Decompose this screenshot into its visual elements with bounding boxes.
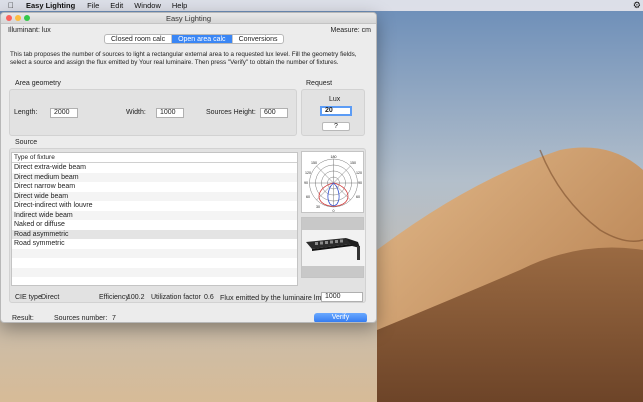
fixture-row-empty	[12, 267, 297, 277]
help-button[interactable]: ?	[322, 122, 350, 131]
gear-icon[interactable]: ⚙	[633, 0, 641, 11]
fixture-row[interactable]: Direct extra-wide beam	[12, 163, 297, 173]
length-label: Length:	[14, 109, 38, 116]
request-title: Request	[306, 80, 333, 87]
polar-diagram: 180 150 120 90 60 30 0 150 120 90 60	[301, 151, 364, 213]
request-box: Lux 20 ?	[301, 89, 365, 136]
menu-window[interactable]: Window	[134, 1, 161, 10]
source-title: Source	[15, 139, 38, 146]
length-input[interactable]: 2000	[50, 108, 78, 118]
result-label: Result:	[12, 315, 34, 322]
polar-label-90-left: 90	[304, 181, 308, 185]
lux-label: Lux	[329, 96, 341, 103]
fixture-row[interactable]: Direct wide beam	[12, 191, 297, 201]
fixture-row[interactable]: Indirect wide beam	[12, 210, 297, 220]
area-geometry-title: Area geometry	[15, 80, 61, 87]
fixture-row[interactable]: Direct medium beam	[12, 172, 297, 182]
menu-file[interactable]: File	[87, 1, 99, 10]
fixture-row[interactable]: Road asymmetric	[12, 229, 297, 239]
polar-label-0: 0	[333, 209, 335, 213]
sources-number-label: Sources number:	[54, 315, 108, 322]
polar-label-30: 30	[316, 205, 320, 209]
efficiency-value: 100.2	[127, 294, 145, 301]
fixture-row[interactable]: Road symmetric	[12, 239, 297, 249]
zoom-window-button[interactable]	[24, 15, 30, 21]
traffic-lights	[6, 15, 30, 21]
polar-label-150-right: 150	[350, 161, 356, 165]
polar-label-90-right: 90	[358, 181, 362, 185]
polar-label-150-left: 150	[311, 161, 317, 165]
window-title: Easy Lighting	[165, 14, 212, 23]
cie-type-value: Direct	[41, 294, 60, 301]
menu-help[interactable]: Help	[172, 1, 187, 10]
polar-label-120-right: 120	[356, 171, 362, 175]
tab-bar: Closed room calc Open area calc Conversi…	[104, 34, 285, 44]
polar-label-60-right: 60	[356, 195, 360, 199]
menu-bar:  Easy Lighting File Edit Window Help ⚙	[0, 0, 643, 11]
fixture-row-empty	[12, 248, 297, 258]
fixture-list-header: Type of fixture	[12, 153, 297, 163]
menu-edit[interactable]: Edit	[110, 1, 123, 10]
tab-closed-room-calc[interactable]: Closed room calc	[105, 35, 173, 43]
measure-label: Measure: cm	[330, 27, 371, 34]
fixture-row[interactable]: Naked or diffuse	[12, 220, 297, 230]
illuminant-label: Illuminant: lux	[8, 27, 51, 34]
window-content: Illuminant: lux Measure: cm Closed room …	[1, 24, 376, 322]
fixture-row-empty	[12, 258, 297, 268]
efficiency-label: Efficiency	[99, 294, 129, 301]
lux-input[interactable]: 20	[320, 106, 352, 116]
fixture-row[interactable]: Direct-indirect with louvre	[12, 201, 297, 211]
app-window: Easy Lighting Illuminant: lux Measure: c…	[0, 12, 377, 323]
utilization-factor-label: Utilization factor	[151, 294, 201, 301]
title-bar: Easy Lighting	[1, 13, 376, 24]
verify-button[interactable]: Verify	[314, 313, 367, 322]
polar-label-120-left: 120	[305, 171, 311, 175]
flux-label: Flux emitted by the luminaire lm:	[220, 293, 324, 302]
polar-label-180: 180	[331, 155, 337, 159]
luminaire-image	[301, 217, 365, 278]
utilization-factor-value: 0.6	[204, 294, 214, 301]
area-geometry-box: Length: 2000 Width: 1000 Sources Height:…	[9, 89, 297, 136]
minimize-window-button[interactable]	[15, 15, 21, 21]
width-label: Width:	[126, 109, 146, 116]
cie-type-label: CIE type	[15, 294, 42, 301]
polar-label-60-left: 60	[306, 195, 310, 199]
road-luminaire-icon	[302, 230, 365, 266]
sources-height-input[interactable]: 600	[260, 108, 288, 118]
flux-input[interactable]: 1000	[321, 292, 363, 302]
fixture-list[interactable]: Type of fixture Direct extra-wide beam Di…	[11, 152, 298, 286]
tab-conversions[interactable]: Conversions	[233, 35, 284, 43]
width-input[interactable]: 1000	[156, 108, 184, 118]
apple-icon[interactable]: 	[0, 1, 22, 10]
polar-diagram-svg: 180 150 120 90 60 30 0 150 120 90 60	[304, 155, 362, 213]
sources-number-value: 7	[112, 315, 116, 322]
fixture-row[interactable]: Direct narrow beam	[12, 182, 297, 192]
close-window-button[interactable]	[6, 15, 12, 21]
tab-description: This tab proposes the number of sources …	[10, 51, 357, 66]
menu-app-name[interactable]: Easy Lighting	[26, 1, 75, 10]
tab-open-area-calc[interactable]: Open area calc	[172, 35, 233, 43]
fixture-row-empty	[12, 277, 297, 287]
sources-height-label: Sources Height:	[206, 109, 256, 116]
